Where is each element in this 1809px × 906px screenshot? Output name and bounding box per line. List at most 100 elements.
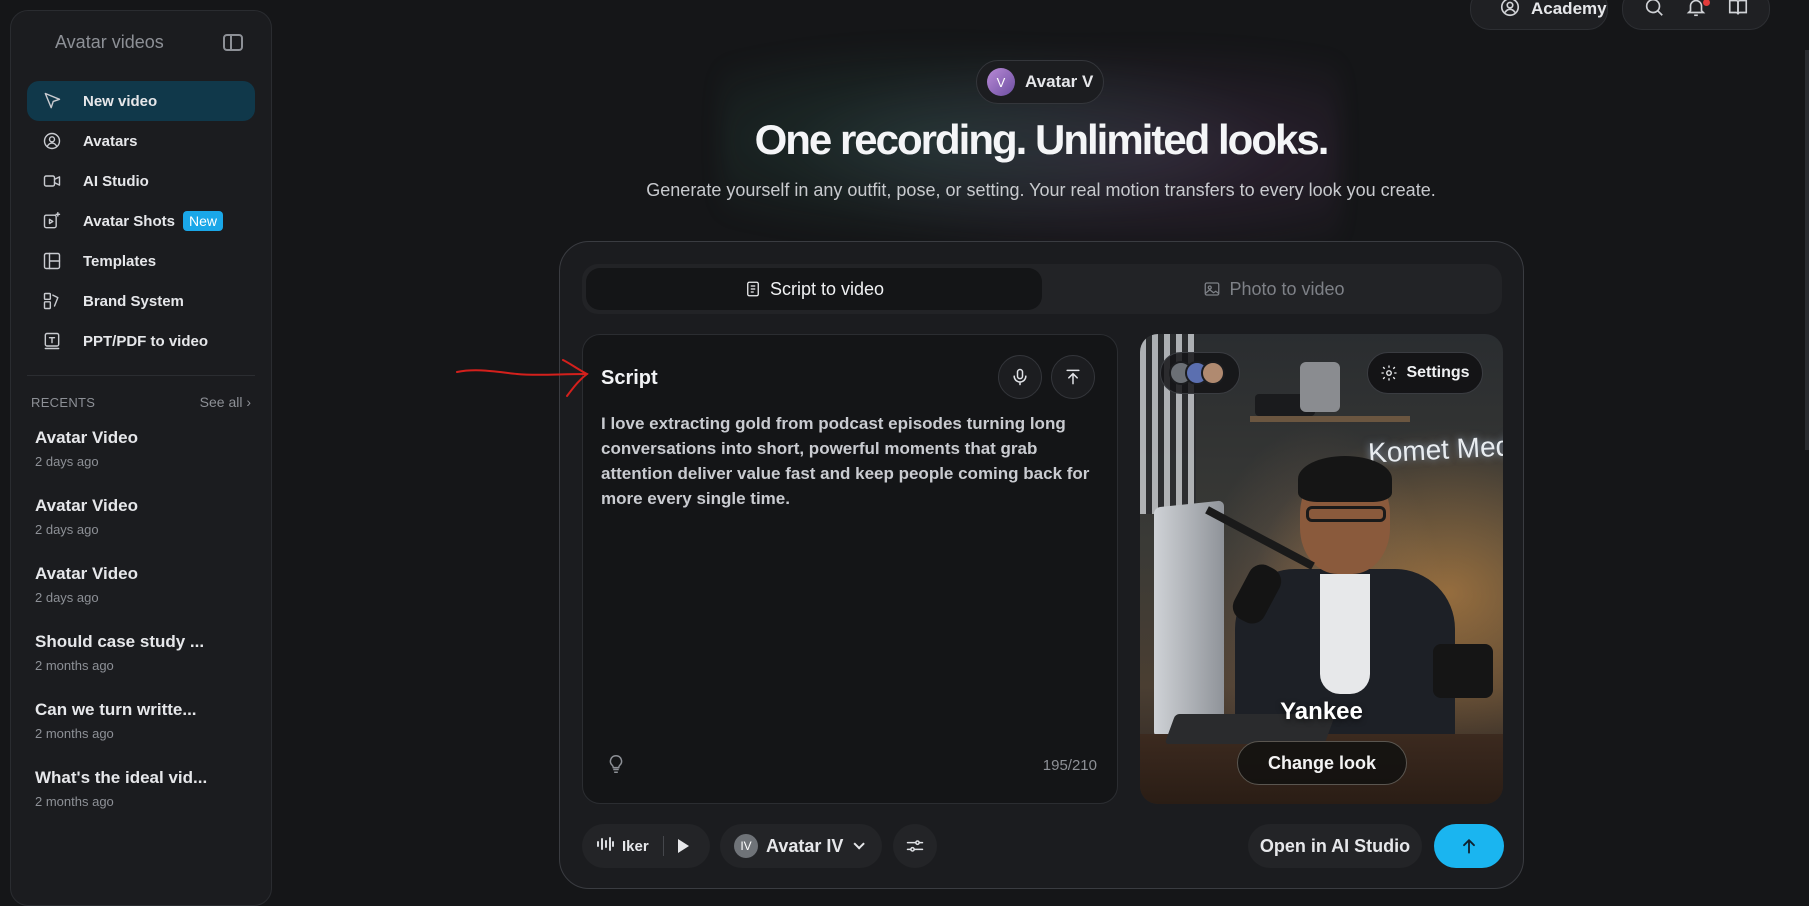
preview-camera [1433,644,1493,698]
preview-person-hair [1298,456,1392,502]
chevron-down-icon [853,838,866,850]
document-icon [41,330,63,352]
change-look-button[interactable]: Change look [1237,741,1407,785]
voice-selector[interactable]: Iker [582,824,710,868]
open-in-ai-studio-button[interactable]: Open in AI Studio [1248,824,1422,868]
page-headline: One recording. Unlimited looks. [754,116,1330,163]
academy-label: Academy [1531,0,1607,18]
chip-avatar: V [987,68,1015,96]
recent-item[interactable]: Avatar Video 2 days ago [27,486,255,554]
search-icon[interactable] [1643,0,1665,23]
recent-title: Can we turn writte... [35,700,197,719]
script-editor[interactable]: Script I love extracting gold from podca… [582,334,1118,804]
video-sparkle-icon [41,210,63,232]
script-icon [747,281,759,297]
preview-neon-sign: Komet Med [1367,430,1503,469]
preview-tshirt [1320,574,1370,694]
script-textarea[interactable]: I love extracting gold from podcast epis… [601,411,1101,511]
recents-list: Avatar Video 2 days ago Avatar Video 2 day… [27,418,255,826]
sidebar-item-ppt-pdf[interactable]: PPT/PDF to video [27,321,255,361]
chip-label: Avatar V [1025,72,1094,91]
recents-header: RECENTS See all › [27,376,255,418]
tab-label: Photo to video [1229,278,1345,299]
avatar-preview: Komet Med Settings Yankee Change look [1140,334,1503,804]
academy-button[interactable]: Academy [1470,0,1608,30]
recent-time: 2 days ago [35,454,99,469]
recent-time: 2 months ago [35,658,114,673]
recent-item[interactable]: Can we turn writte... 2 months ago [27,690,255,758]
sidebar-item-label: New video [83,92,158,110]
notification-dot [1703,0,1710,6]
recent-item[interactable]: What's the ideal vid... 2 months ago [27,758,255,826]
sidebar-title: Avatar videos [55,31,164,52]
mode-tabs: Script to video Photo to video [582,264,1502,314]
recent-title: Avatar Video [35,496,138,515]
recent-item[interactable]: Should case study ... 2 months ago [27,622,255,690]
layout-icon [41,250,63,272]
model-name: Avatar IV [766,835,844,856]
book-icon[interactable] [1727,0,1749,23]
script-label: Script [601,367,658,389]
sidebar-item-label: Templates [83,252,157,270]
tab-script-to-video[interactable]: Script to video [586,268,1042,310]
new-badge: New [182,211,223,231]
recent-time: 2 months ago [35,726,114,741]
avatar-name: Yankee [1280,698,1363,725]
recent-item[interactable]: Avatar Video 2 days ago [27,554,255,622]
recent-time: 2 days ago [35,590,99,605]
image-icon [1205,282,1220,296]
sidebar-item-avatar-shots[interactable]: Avatar Shots New [27,201,255,241]
lightbulb-icon[interactable] [605,753,627,780]
waveform-icon [596,836,614,857]
character-count: 195/210 [1042,757,1097,774]
avatar-looks-selector[interactable] [1160,352,1240,394]
look-avatar [1201,361,1225,385]
top-icons-group [1622,0,1770,30]
settings-button[interactable]: Settings [1367,352,1483,394]
preview-shelf [1250,416,1410,422]
recents-title: RECENTS [31,394,96,410]
sidebar-item-label: PPT/PDF to video [83,332,209,350]
microphone-icon [1013,368,1027,386]
sidebar-item-label: Avatar Shots [83,212,175,230]
sidebar-collapse-icon[interactable] [223,33,243,51]
annotation-arrow [455,358,595,413]
sidebar-item-label: Brand System [83,292,184,310]
recent-time: 2 days ago [35,522,99,537]
recent-title: What's the ideal vid... [35,768,208,787]
adjustments-button[interactable] [893,824,937,868]
record-voice-button[interactable] [998,355,1042,399]
generate-button[interactable] [1434,824,1504,868]
voice-name: Iker [622,837,649,855]
tab-photo-to-video[interactable]: Photo to video [1046,264,1502,314]
tab-label: Script to video [769,278,885,299]
recent-title: Should case study ... [35,632,205,651]
sidebar-item-brand-system[interactable]: Brand System [27,281,255,321]
sidebar-item-new-video[interactable]: New video [27,81,255,121]
arrow-up-icon [1463,838,1475,854]
page-subtitle: Generate yourself in any outfit, pose, o… [646,180,1436,200]
scrollbar-track[interactable] [1805,50,1809,450]
recent-item[interactable]: Avatar Video 2 days ago [27,418,255,486]
recent-title: Avatar Video [35,564,138,583]
upload-icon [1066,369,1080,385]
sidebar-header: Avatar videos [27,11,255,73]
cursor-icon [41,90,63,112]
play-icon[interactable] [677,839,689,853]
preview-glasses [1306,506,1386,522]
create-panel: Script to video Photo to video Script I … [559,241,1524,889]
model-badge: IV [734,834,758,858]
palette-icon [41,290,63,312]
upload-script-button[interactable] [1051,355,1095,399]
settings-label: Settings [1406,364,1470,381]
voice-divider [662,836,664,856]
recent-title: Avatar Video [35,428,138,447]
sidebar-item-templates[interactable]: Templates [27,241,255,281]
recent-time: 2 months ago [35,794,114,809]
avatar-model-dropdown[interactable]: IV Avatar IV [720,824,882,868]
academy-icon [1499,0,1521,23]
gear-icon [1381,365,1397,381]
preview-award [1300,362,1340,412]
see-all-link[interactable]: See all › [200,394,251,410]
avatar-version-chip[interactable]: V Avatar V [976,60,1104,104]
